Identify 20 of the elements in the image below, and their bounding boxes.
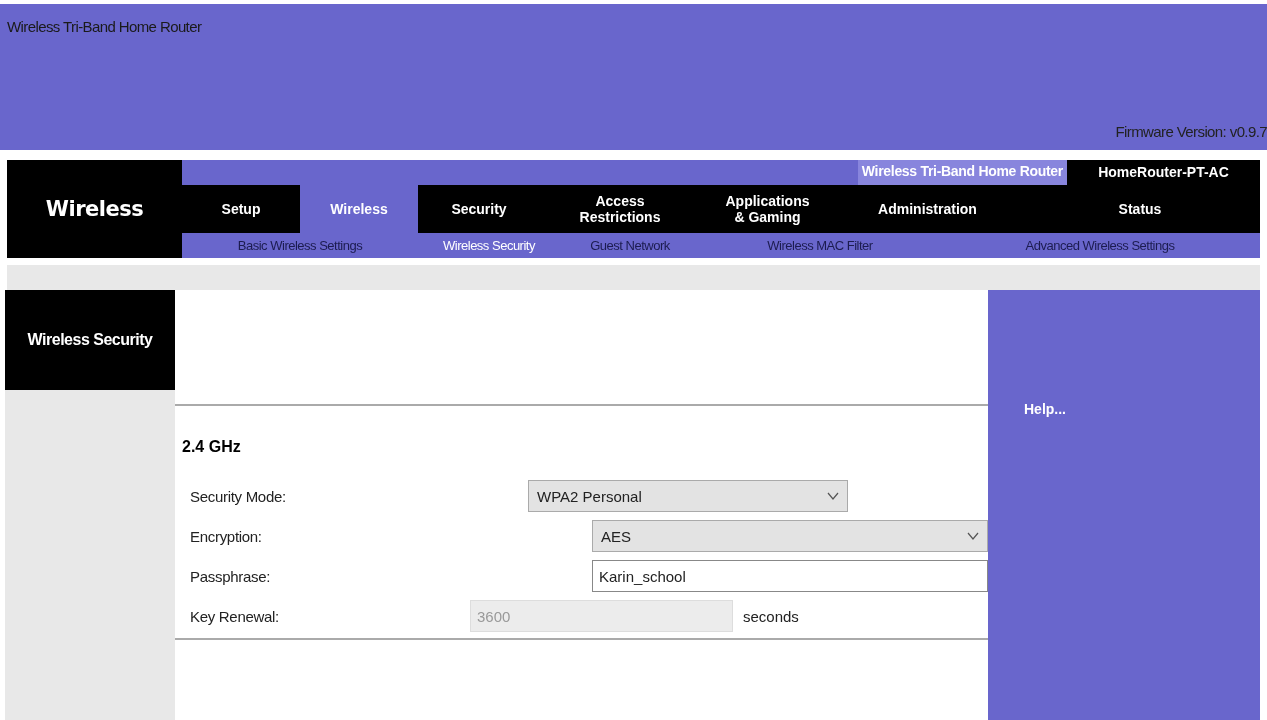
dropdown[interactable]: WPA2 Personal xyxy=(528,480,848,512)
field-label: Encryption: xyxy=(190,527,263,545)
dropdown[interactable]: AES xyxy=(591,520,988,552)
field-label: Passphrase: xyxy=(190,567,272,585)
model-name: HomeRouter-PT-AC xyxy=(1067,160,1260,185)
firmware-version: Firmware Version: v0.9.7 xyxy=(1115,123,1267,140)
nav-tab[interactable]: Wireless xyxy=(300,185,418,233)
caret-icon xyxy=(827,492,839,500)
product-name: Wireless Tri-Band Home Router xyxy=(857,160,1067,185)
input-field[interactable]: Karin_school xyxy=(592,560,988,592)
band-heading: 2.4 GHz xyxy=(182,438,242,457)
unit-label: seconds xyxy=(743,607,799,625)
sidebar-title: Wireless Security xyxy=(5,290,175,390)
section-title: Wireless xyxy=(7,160,182,258)
field-label: Security Mode: xyxy=(190,487,287,505)
subtab-link[interactable]: Wireless Security xyxy=(443,238,535,253)
caret-icon xyxy=(967,532,979,540)
router-title: Wireless Tri-Band Home Router xyxy=(7,18,203,35)
help-link[interactable]: Help... xyxy=(1024,401,1066,417)
field-label: Key Renewal: xyxy=(190,607,280,625)
